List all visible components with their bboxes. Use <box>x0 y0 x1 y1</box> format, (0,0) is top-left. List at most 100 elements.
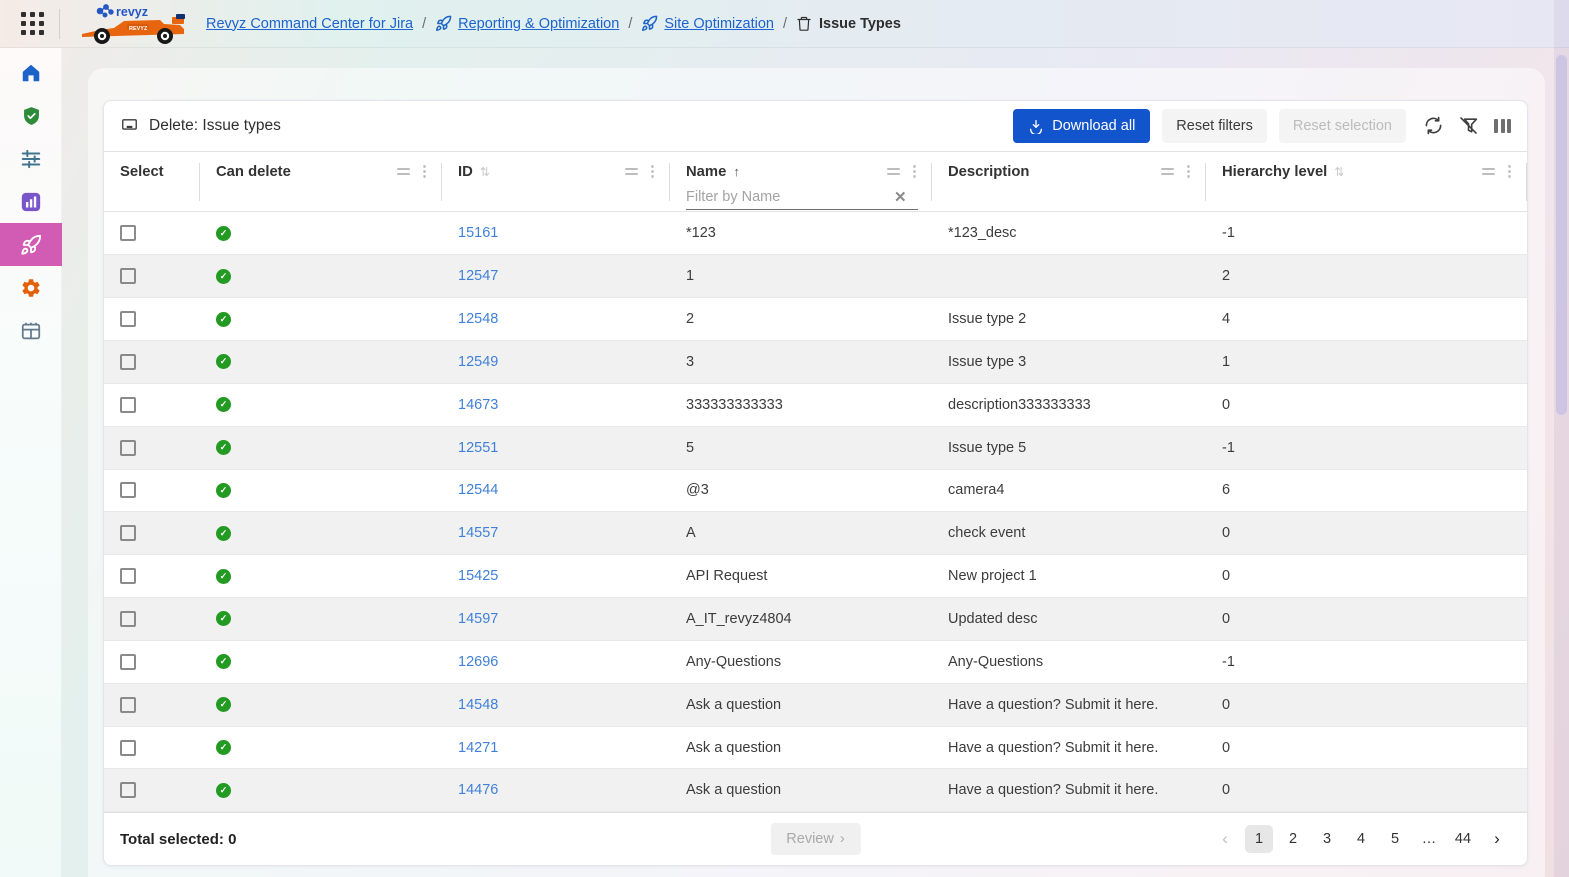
issue-type-id-link[interactable]: 12549 <box>458 354 498 370</box>
column-header-can-delete[interactable]: Can delete ⋮ <box>200 152 442 212</box>
rocket-icon <box>641 15 658 32</box>
row-select-checkbox[interactable] <box>120 268 136 284</box>
issue-type-hierarchy-level: -1 <box>1206 225 1527 241</box>
issue-type-id-link[interactable]: 14557 <box>458 525 498 541</box>
column-menu-icon[interactable] <box>1161 168 1174 175</box>
column-header-hierarchy-level[interactable]: Hierarchy level ⇅ ⋮ <box>1206 152 1527 212</box>
row-select-checkbox[interactable] <box>120 611 136 627</box>
column-label: Hierarchy level <box>1222 164 1327 180</box>
column-header-name[interactable]: Name ↑ ⋮ ✕ <box>670 152 932 212</box>
issue-type-hierarchy-level: 4 <box>1206 311 1527 327</box>
pagination-pages: 12345…44 <box>1245 825 1477 853</box>
row-select-checkbox[interactable] <box>120 782 136 798</box>
row-select-checkbox[interactable] <box>120 397 136 413</box>
can-delete-check-icon: ✓ <box>216 312 231 327</box>
issue-type-id-link[interactable]: 12544 <box>458 482 498 498</box>
issue-type-id-link[interactable]: 14271 <box>458 740 498 756</box>
issue-type-id-link[interactable]: 15161 <box>458 225 498 241</box>
sort-icon[interactable]: ⇅ <box>480 165 490 179</box>
can-delete-check-icon: ✓ <box>216 483 231 498</box>
page-button-44[interactable]: 44 <box>1449 825 1477 853</box>
sidebar-item-home[interactable] <box>0 51 62 94</box>
row-select-checkbox[interactable] <box>120 568 136 584</box>
row-select-checkbox[interactable] <box>120 654 136 670</box>
column-menu-icon[interactable] <box>625 168 638 175</box>
filter-off-icon[interactable] <box>1459 116 1478 135</box>
issue-type-name: 2 <box>670 311 932 327</box>
column-header-description[interactable]: Description ⋮ <box>932 152 1206 212</box>
sidebar-item-security[interactable] <box>0 94 62 137</box>
column-label: Name <box>686 164 726 180</box>
sidebar-item-configuration[interactable] <box>0 137 62 180</box>
chevron-right-icon: › <box>840 831 845 847</box>
previous-page-icon[interactable]: ‹ <box>1211 825 1239 853</box>
issue-type-id-link[interactable]: 14548 <box>458 697 498 713</box>
issue-type-id-link[interactable]: 12696 <box>458 654 498 670</box>
column-more-icon[interactable]: ⋮ <box>1502 167 1517 177</box>
rocket-icon <box>435 15 452 32</box>
issue-type-hierarchy-level: -1 <box>1206 440 1527 456</box>
sidebar-item-settings[interactable] <box>0 266 62 309</box>
table-row: ✓ 12549 3 Issue type 3 1 <box>104 341 1527 384</box>
left-sidebar <box>0 48 62 877</box>
reset-selection-button[interactable]: Reset selection <box>1279 109 1406 143</box>
sidebar-item-analytics[interactable] <box>0 180 62 223</box>
issue-type-id-link[interactable]: 14476 <box>458 782 498 798</box>
issue-type-name: API Request <box>670 568 932 584</box>
name-filter-input[interactable] <box>686 189 891 205</box>
pagination: ‹ 12345…44 › <box>1211 825 1511 853</box>
sort-icon[interactable]: ⇅ <box>1334 165 1344 179</box>
issue-type-hierarchy-level: 0 <box>1206 782 1527 798</box>
revyz-logo[interactable]: revyz REVYZ <box>72 1 190 47</box>
can-delete-check-icon: ✓ <box>216 269 231 284</box>
sidebar-item-data-manager[interactable] <box>0 309 62 352</box>
issue-type-id-link[interactable]: 15425 <box>458 568 498 584</box>
breadcrumb-separator: / <box>783 16 787 32</box>
row-select-checkbox[interactable] <box>120 440 136 456</box>
review-button[interactable]: Review › <box>770 823 860 855</box>
column-header-id[interactable]: ID ⇅ ⋮ <box>442 152 670 212</box>
column-menu-icon[interactable] <box>397 168 410 175</box>
can-delete-check-icon: ✓ <box>216 397 231 412</box>
reset-filters-button[interactable]: Reset filters <box>1162 109 1267 143</box>
row-select-checkbox[interactable] <box>120 225 136 241</box>
row-select-checkbox[interactable] <box>120 525 136 541</box>
column-more-icon[interactable]: ⋮ <box>907 167 922 177</box>
breadcrumb-link-reporting-optimization[interactable]: Reporting & Optimization <box>435 15 619 32</box>
row-select-checkbox[interactable] <box>120 354 136 370</box>
column-more-icon[interactable]: ⋮ <box>417 167 432 177</box>
next-page-icon[interactable]: › <box>1483 825 1511 853</box>
page-button-5[interactable]: 5 <box>1381 825 1409 853</box>
row-select-checkbox[interactable] <box>120 311 136 327</box>
issue-type-id-link[interactable]: 12551 <box>458 440 498 456</box>
issue-type-id-link[interactable]: 14673 <box>458 397 498 413</box>
sort-ascending-icon[interactable]: ↑ <box>733 164 740 179</box>
issue-type-id-link[interactable]: 12548 <box>458 311 498 327</box>
app-switcher-icon[interactable] <box>21 12 45 36</box>
refresh-icon[interactable] <box>1424 116 1443 135</box>
breadcrumb-link-command-center[interactable]: Revyz Command Center for Jira <box>206 16 413 32</box>
row-select-checkbox[interactable] <box>120 482 136 498</box>
page-button-1[interactable]: 1 <box>1245 825 1273 853</box>
columns-icon[interactable] <box>1494 119 1511 133</box>
card-title-row: Delete: Issue types <box>120 117 281 135</box>
can-delete-check-icon: ✓ <box>216 440 231 455</box>
column-menu-icon[interactable] <box>887 168 900 175</box>
issue-type-id-link[interactable]: 14597 <box>458 611 498 627</box>
page-button-3[interactable]: 3 <box>1313 825 1341 853</box>
issue-type-id-link[interactable]: 12547 <box>458 268 498 284</box>
row-select-checkbox[interactable] <box>120 697 136 713</box>
column-more-icon[interactable]: ⋮ <box>1181 167 1196 177</box>
column-menu-icon[interactable] <box>1482 168 1495 175</box>
breadcrumb-label: Reporting & Optimization <box>458 16 619 32</box>
row-select-checkbox[interactable] <box>120 740 136 756</box>
scrollbar-thumb[interactable] <box>1556 55 1567 415</box>
breadcrumb-link-site-optimization[interactable]: Site Optimization <box>641 15 774 32</box>
sidebar-item-site-optimization[interactable] <box>0 223 62 266</box>
page-button-2[interactable]: 2 <box>1279 825 1307 853</box>
column-more-icon[interactable]: ⋮ <box>645 167 660 177</box>
download-all-button[interactable]: Download all <box>1013 109 1150 143</box>
clear-filter-icon[interactable]: ✕ <box>891 188 910 206</box>
page-button-4[interactable]: 4 <box>1347 825 1375 853</box>
table-body: ✓ 15161 *123 *123_desc -1 ✓ 12547 1 2 ✓ … <box>104 212 1527 812</box>
